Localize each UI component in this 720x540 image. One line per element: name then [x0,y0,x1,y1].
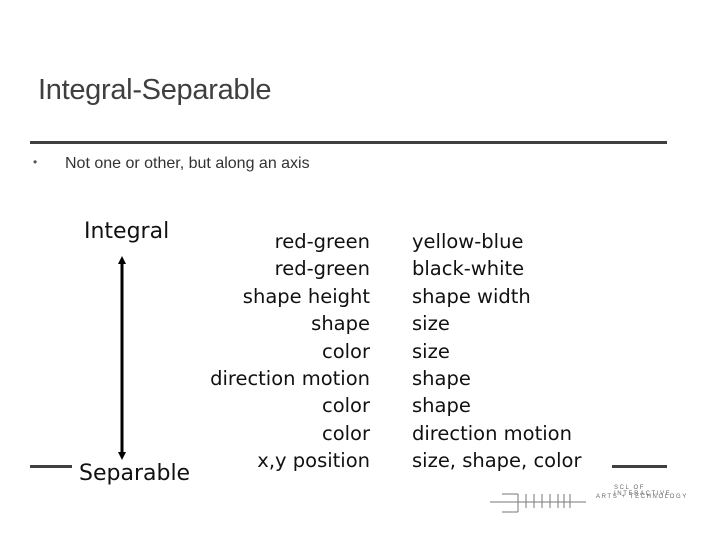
footer-divider-left [30,465,72,468]
paired-dimension-column: yellow-blue black-white shape width size… [412,228,581,475]
right-item: yellow-blue [412,230,524,253]
double-headed-arrow-icon [118,256,126,460]
left-item: shape height [242,284,370,308]
left-item: direction motion [210,366,370,390]
left-item: color [321,421,370,445]
right-item: size, shape, color [412,449,582,473]
title-divider [30,141,667,144]
school-logo-mark-icon [490,493,586,513]
footer-divider-right [612,465,667,468]
left-item: shape [311,312,370,336]
axis-label-integral: Integral [84,219,170,244]
axis-label-separable: Separable [79,461,191,486]
left-item: color [321,339,370,363]
right-item: size [412,312,450,336]
right-item: shape [412,394,471,418]
right-item: direction motion [412,421,572,445]
school-logo: SCL OF INTERACTIVE ARTS + TECHNOLOGY [488,480,698,520]
left-item: red-green [274,230,370,253]
bullet-text: Not one or other, but along an axis [65,155,310,172]
left-item: red-green [274,257,370,281]
logo-text-line2: ARTS + TECHNOLOGY [596,494,688,500]
right-item: black-white [412,257,525,281]
left-item: color [321,394,370,418]
integral-dimension-column: red-green red-green shape height shape c… [210,228,370,475]
right-item: size [412,339,450,363]
bullet-marker: • [33,155,38,169]
slide-title: Integral-Separable [38,74,272,106]
right-item: shape width [412,284,531,308]
left-item: x,y position [257,449,370,473]
right-item: shape [412,366,471,390]
